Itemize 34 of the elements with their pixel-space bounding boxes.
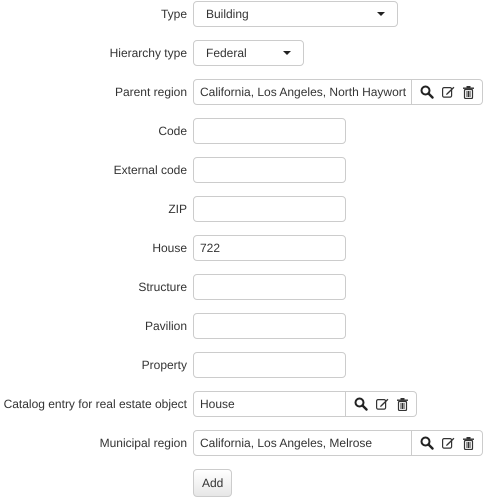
edit-button[interactable] bbox=[442, 86, 455, 98]
field-label: Structure bbox=[137, 280, 187, 294]
lookup-field[interactable]: California, Los Angeles, North Haywort bbox=[193, 79, 412, 105]
field-label: Code bbox=[157, 124, 187, 138]
edit-button[interactable] bbox=[376, 398, 389, 410]
search-button[interactable] bbox=[420, 436, 434, 450]
field-label: Property bbox=[140, 358, 187, 372]
add-button[interactable]: Add bbox=[193, 469, 232, 497]
delete-button[interactable] bbox=[463, 86, 474, 98]
input-field[interactable]: 722 bbox=[193, 235, 346, 261]
dropdown[interactable]: Building bbox=[193, 1, 398, 27]
field-label: Parent region bbox=[114, 85, 187, 99]
delete-button[interactable] bbox=[397, 398, 408, 410]
field-label: Municipal region bbox=[98, 436, 187, 450]
search-button[interactable] bbox=[354, 397, 368, 411]
delete-button[interactable] bbox=[463, 436, 474, 450]
input-field[interactable] bbox=[193, 352, 346, 378]
field-label: House bbox=[151, 241, 187, 255]
input-field[interactable] bbox=[193, 118, 346, 144]
field-label: Pavilion bbox=[144, 319, 187, 333]
input-field[interactable] bbox=[193, 196, 346, 222]
lookup-field[interactable]: California, Los Angeles, Melrose bbox=[193, 430, 412, 456]
input-field[interactable] bbox=[193, 157, 346, 183]
input-field[interactable] bbox=[193, 313, 346, 339]
field-label: ZIP bbox=[167, 202, 187, 216]
lookup-field[interactable]: House bbox=[193, 391, 346, 417]
input-field[interactable] bbox=[193, 274, 346, 300]
field-label: Hierarchy type bbox=[108, 46, 187, 60]
edit-button[interactable] bbox=[442, 437, 455, 449]
search-button[interactable] bbox=[420, 85, 434, 99]
field-label: External code bbox=[112, 163, 187, 177]
dropdown[interactable]: Federal bbox=[193, 40, 304, 66]
field-label: Type bbox=[160, 7, 187, 21]
field-label: Catalog entry for real estate object bbox=[2, 397, 187, 411]
